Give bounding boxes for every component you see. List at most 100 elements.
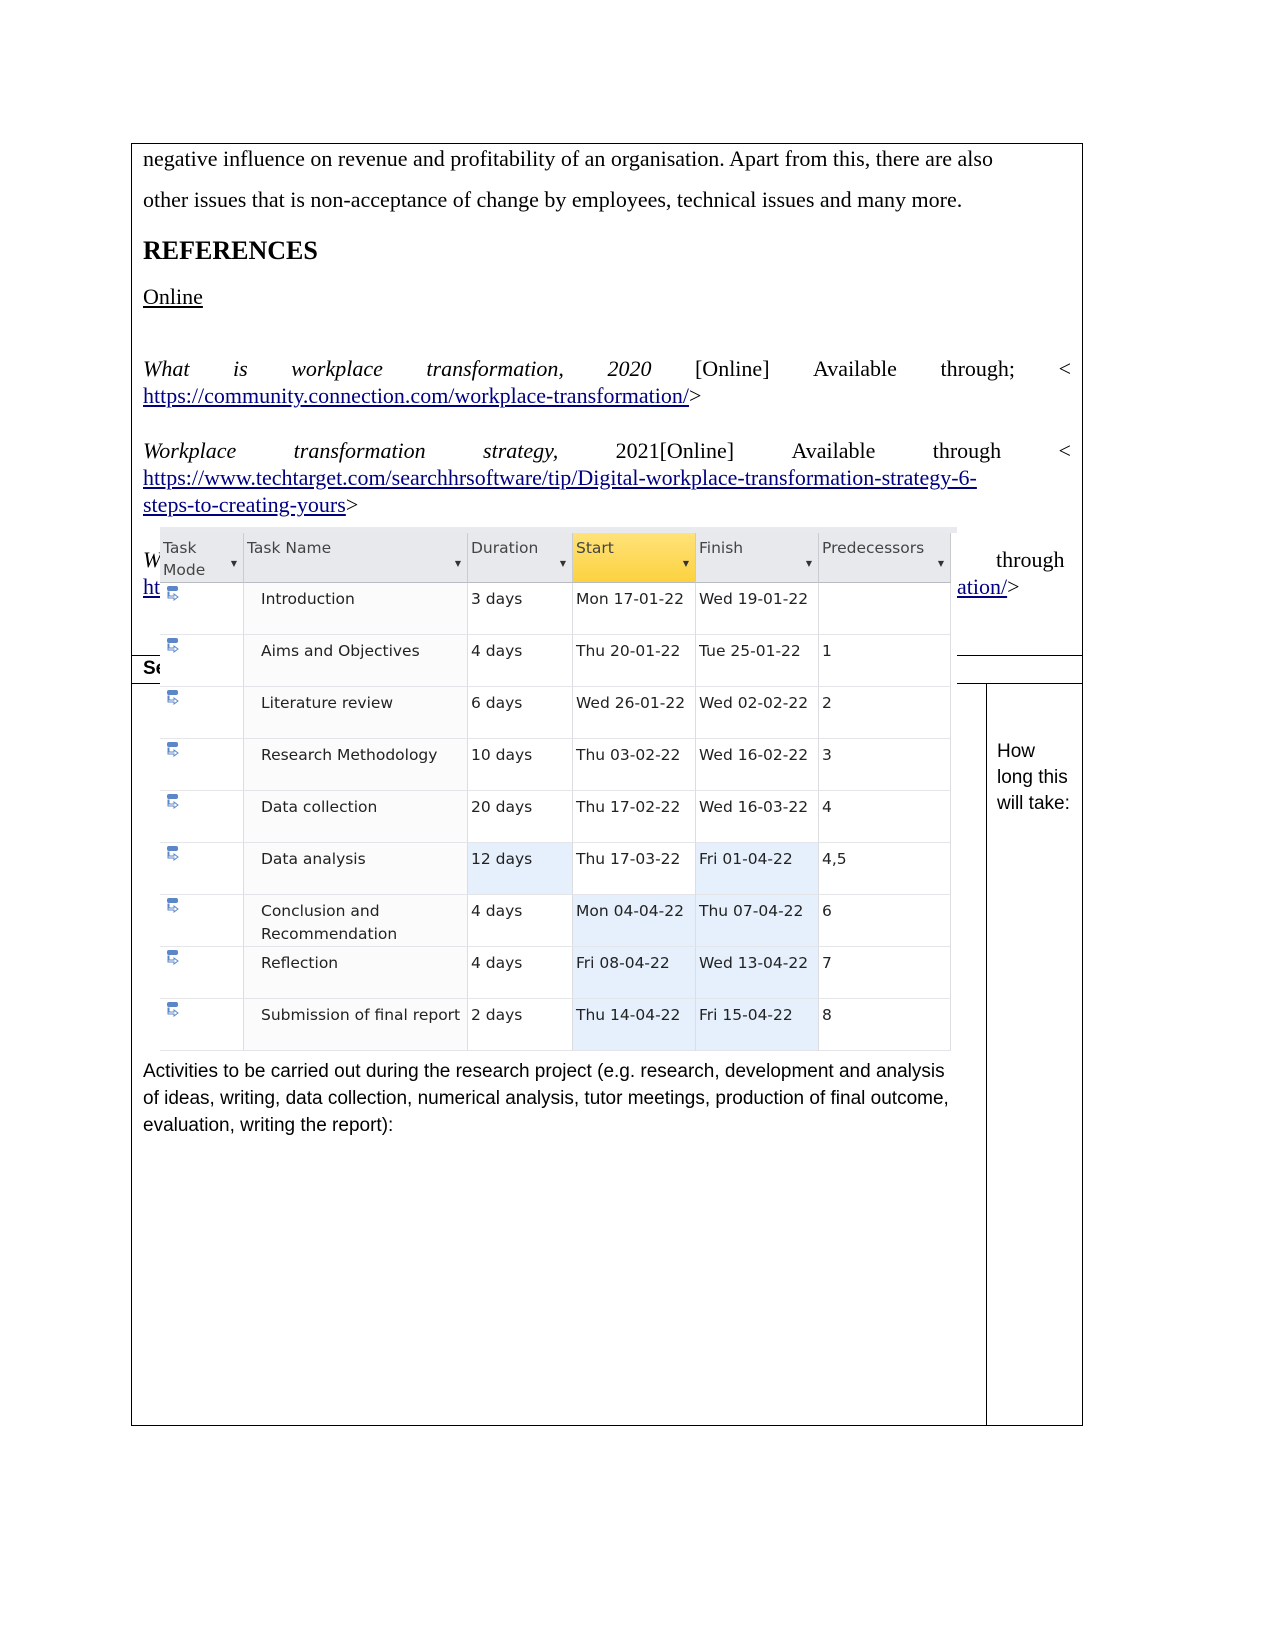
cell-finish[interactable]: Wed 13-04-22 <box>696 947 819 999</box>
cell-finish[interactable]: Wed 16-03-22 <box>696 791 819 843</box>
cell-name[interactable]: Data collection <box>244 791 468 843</box>
cell-mode[interactable] <box>160 947 244 999</box>
cell-text: Wed 19-01-22 <box>699 590 809 608</box>
reference-word: [Online] <box>694 356 770 381</box>
cell-pred[interactable]: 2 <box>819 687 951 739</box>
cell-name[interactable]: Introduction <box>244 583 468 635</box>
cell-start[interactable]: Mon 17-01-22 <box>573 583 696 635</box>
cell-text: Thu 07-04-22 <box>699 902 804 920</box>
cell-text: Wed 13-04-22 <box>699 954 809 972</box>
cell-pred[interactable]: 7 <box>819 947 951 999</box>
reference-1-link[interactable]: https://community.connection.com/workpla… <box>143 383 689 408</box>
reference-3-link-end[interactable]: ation/ <box>957 574 1007 599</box>
auto-scheduled-task-icon <box>166 1002 180 1021</box>
cell-duration[interactable]: 4 days <box>468 947 573 999</box>
cell-finish[interactable]: Fri 15-04-22 <box>696 999 819 1051</box>
cell-mode[interactable] <box>160 739 244 791</box>
cell-finish[interactable]: Tue 25-01-22 <box>696 635 819 687</box>
reference-word: What <box>143 356 190 381</box>
cell-pred[interactable]: 3 <box>819 739 951 791</box>
reference-3-link-start[interactable]: ht <box>143 574 160 600</box>
cell-name[interactable]: Research Methodology <box>244 739 468 791</box>
cell-pred[interactable]: 6 <box>819 895 951 947</box>
reference-word: 2020 <box>607 356 652 381</box>
project-schedule-image: Task Mode ▼ Task Name ▼ Duration ▼ Start ▼ Finis… <box>160 527 957 1061</box>
reference-word: Workplace <box>143 438 237 463</box>
cell-finish[interactable]: Wed 19-01-22 <box>696 583 819 635</box>
reference-word: Available <box>813 356 897 381</box>
cell-text: 4 days <box>471 954 523 972</box>
column-header-finish[interactable]: Finish ▼ <box>696 533 819 583</box>
cell-text: Research Methodology <box>261 746 438 764</box>
reference-word: transformation <box>293 438 426 463</box>
cell-pred[interactable]: 8 <box>819 999 951 1051</box>
paragraph-line: negative influence on revenue and profit… <box>143 146 993 171</box>
cell-start[interactable]: Mon 04-04-22 <box>573 895 696 947</box>
cell-text: 6 <box>822 902 832 920</box>
cell-text: Tue 25-01-22 <box>699 642 801 660</box>
cell-text: Mon 17-01-22 <box>576 590 684 608</box>
auto-scheduled-task-icon <box>166 898 180 917</box>
cell-name[interactable]: Literature review <box>244 687 468 739</box>
cell-mode[interactable] <box>160 687 244 739</box>
cell-duration[interactable]: 3 days <box>468 583 573 635</box>
column-header-start[interactable]: Start ▼ <box>573 533 696 583</box>
cell-pred[interactable]: 1 <box>819 635 951 687</box>
auto-scheduled-task-icon <box>166 586 180 605</box>
cell-finish[interactable]: Wed 02-02-22 <box>696 687 819 739</box>
bracket: > <box>689 383 702 408</box>
cell-finish[interactable]: Fri 01-04-22 <box>696 843 819 895</box>
cell-duration[interactable]: 12 days <box>468 843 573 895</box>
cell-duration[interactable]: 20 days <box>468 791 573 843</box>
cell-text: 4,5 <box>822 850 847 868</box>
cell-finish[interactable]: Wed 16-02-22 <box>696 739 819 791</box>
reference-3-through: through <box>996 547 1065 572</box>
cell-mode[interactable] <box>160 635 244 687</box>
cell-start[interactable]: Thu 03-02-22 <box>573 739 696 791</box>
dropdown-arrow-icon[interactable]: ▼ <box>806 553 812 575</box>
cell-mode[interactable] <box>160 843 244 895</box>
reference-word: < <box>1058 438 1071 463</box>
cell-mode[interactable] <box>160 791 244 843</box>
dropdown-arrow-icon[interactable]: ▼ <box>938 553 944 575</box>
cell-mode[interactable] <box>160 999 244 1051</box>
cell-start[interactable]: Thu 17-02-22 <box>573 791 696 843</box>
dropdown-arrow-icon[interactable]: ▼ <box>455 553 461 575</box>
column-header-pred[interactable]: Predecessors ▼ <box>819 533 951 583</box>
cell-start[interactable]: Thu 14-04-22 <box>573 999 696 1051</box>
cell-text: Literature review <box>261 694 394 712</box>
cell-duration[interactable]: 6 days <box>468 687 573 739</box>
dropdown-arrow-icon[interactable]: ▼ <box>231 553 237 575</box>
cell-start[interactable]: Thu 20-01-22 <box>573 635 696 687</box>
column-header-name[interactable]: Task Name ▼ <box>244 533 468 583</box>
column-header-duration[interactable]: Duration ▼ <box>468 533 573 583</box>
column-header-mode[interactable]: Task Mode ▼ <box>160 533 244 583</box>
auto-scheduled-task-icon <box>166 794 180 813</box>
cell-pred[interactable] <box>819 583 951 635</box>
auto-scheduled-task-icon <box>166 638 180 657</box>
cell-duration[interactable]: 10 days <box>468 739 573 791</box>
cell-duration[interactable]: 4 days <box>468 635 573 687</box>
cell-name[interactable]: Conclusion and Recommendation <box>244 895 468 947</box>
cell-pred[interactable]: 4 <box>819 791 951 843</box>
cell-duration[interactable]: 2 days <box>468 999 573 1051</box>
reference-2-link[interactable]: https://www.techtarget.com/searchhrsoftw… <box>143 465 977 490</box>
cell-finish[interactable]: Thu 07-04-22 <box>696 895 819 947</box>
cell-name[interactable]: Data analysis <box>244 843 468 895</box>
reference-word: is <box>232 356 248 381</box>
cell-start[interactable]: Fri 08-04-22 <box>573 947 696 999</box>
cell-name[interactable]: Reflection <box>244 947 468 999</box>
cell-mode[interactable] <box>160 583 244 635</box>
cell-mode[interactable] <box>160 895 244 947</box>
cell-start[interactable]: Wed 26-01-22 <box>573 687 696 739</box>
dropdown-arrow-icon[interactable]: ▼ <box>560 553 566 575</box>
column-header-label: Finish <box>699 539 744 557</box>
cell-pred[interactable]: 4,5 <box>819 843 951 895</box>
cell-name[interactable]: Submission of final report <box>244 999 468 1051</box>
cell-duration[interactable]: 4 days <box>468 895 573 947</box>
cell-start[interactable]: Thu 17-03-22 <box>573 843 696 895</box>
reference-2-link-cont[interactable]: steps-to-creating-yours <box>143 492 346 517</box>
reference-word: transformation, <box>426 356 564 381</box>
dropdown-arrow-icon[interactable]: ▼ <box>683 553 689 575</box>
cell-name[interactable]: Aims and Objectives <box>244 635 468 687</box>
